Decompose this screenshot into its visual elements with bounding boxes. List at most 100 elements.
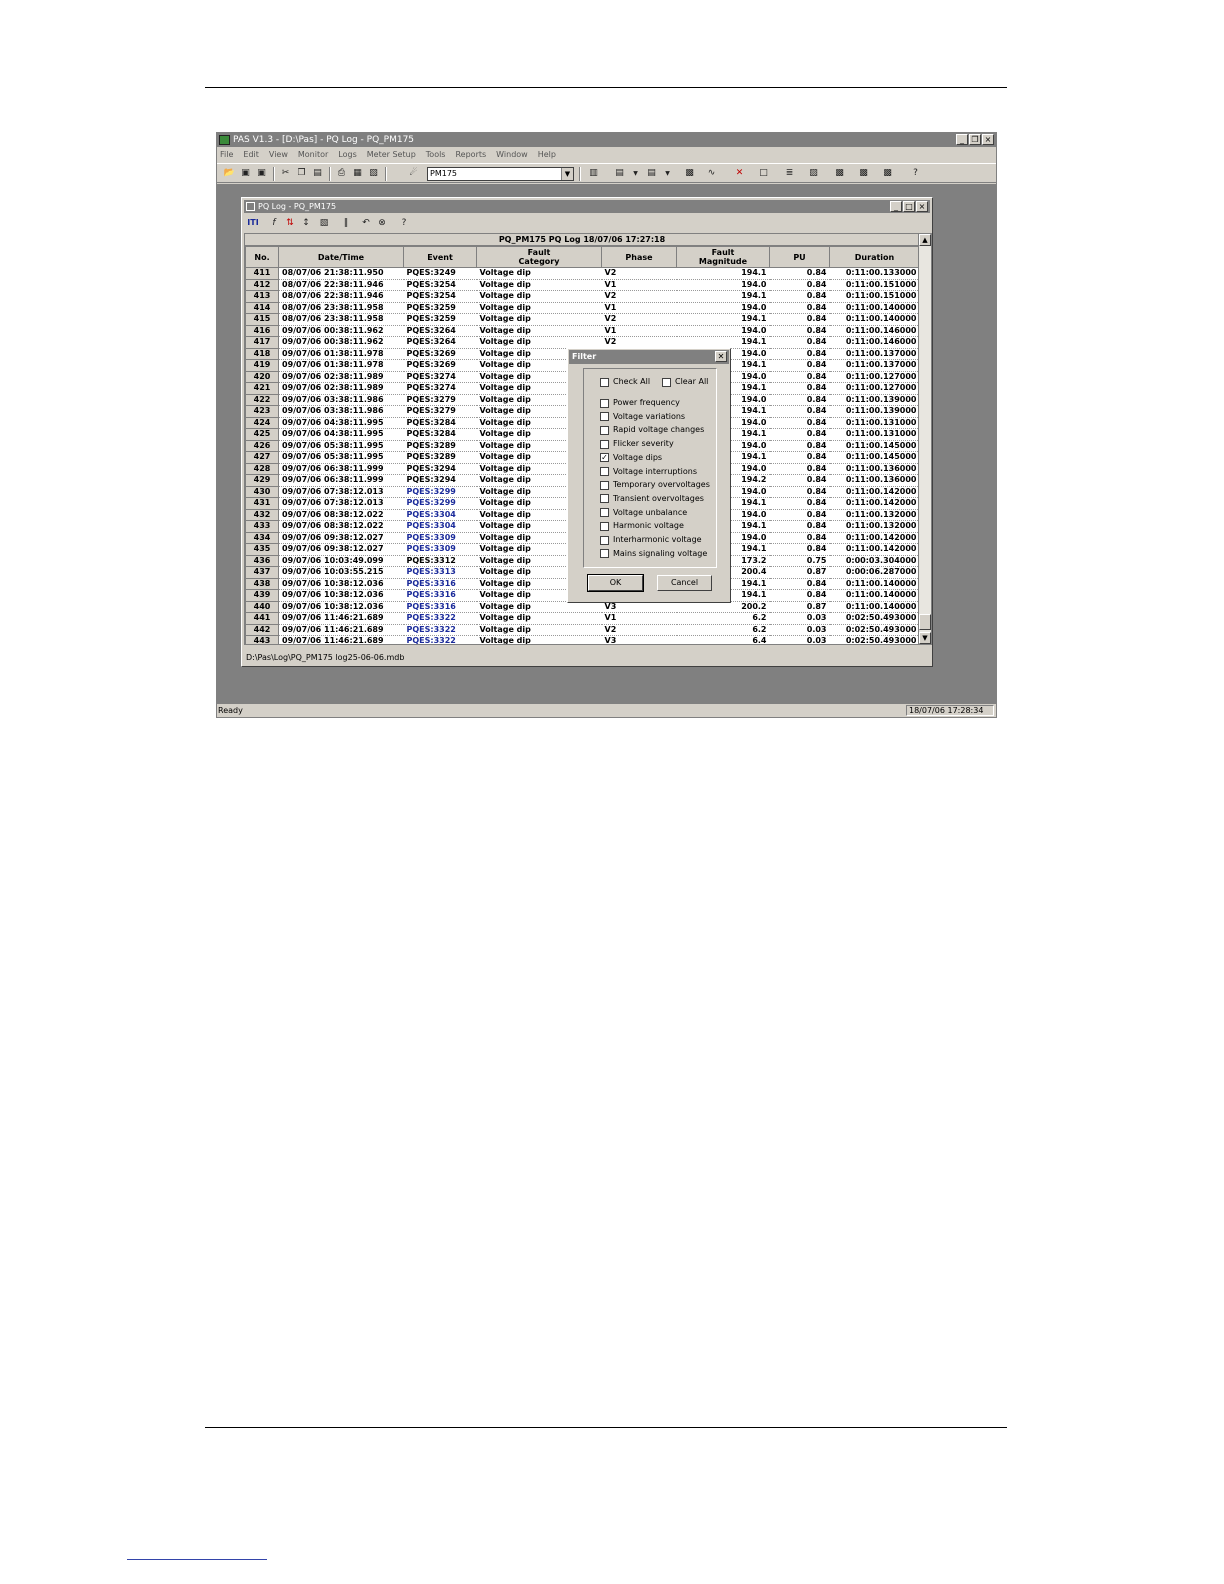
- stop-icon[interactable]: ⊗: [376, 217, 388, 229]
- minimize-icon[interactable]: _: [890, 201, 902, 212]
- column-header-no[interactable]: No.: [245, 246, 279, 268]
- checkbox-box[interactable]: [600, 535, 609, 545]
- menu-view[interactable]: View: [269, 148, 288, 161]
- filter-option-checkbox[interactable]: Voltage interruptions: [600, 466, 697, 478]
- scroll-down-icon[interactable]: ▼: [919, 632, 931, 644]
- column-header-fault-magnitude[interactable]: Fault Magnitude: [676, 246, 770, 268]
- table-row[interactable]: 412 08/07/06 22:38:11.946 PQES:3254 Voltage…: [245, 278, 920, 291]
- meter-select[interactable]: PM175 ▼: [427, 167, 574, 181]
- iti-curve-button[interactable]: ITI: [246, 217, 260, 229]
- checkbox-box[interactable]: [600, 508, 609, 518]
- ok-button[interactable]: OK: [587, 574, 644, 592]
- trend-icon[interactable]: ∿: [705, 167, 718, 180]
- cancel-button[interactable]: Cancel: [657, 575, 712, 591]
- checkbox-box[interactable]: [600, 494, 609, 504]
- vertical-scrollbar[interactable]: ▲ ▼: [918, 234, 931, 644]
- continuous-dropdown-icon[interactable]: ▼: [661, 167, 674, 180]
- table-row[interactable]: 442 09/07/06 11:46:21.689 PQES:3322 Voltage…: [245, 623, 920, 636]
- table-row[interactable]: 415 08/07/06 23:38:11.958 PQES:3259 Voltage…: [245, 313, 920, 326]
- filter-option-checkbox[interactable]: Mains signaling voltage: [600, 548, 707, 560]
- poll-icon[interactable]: ▤: [613, 167, 626, 180]
- check-all-checkbox[interactable]: Check All: [600, 376, 650, 388]
- print-preview-icon[interactable]: ▦: [351, 167, 364, 180]
- table-row[interactable]: 443 09/07/06 11:46:21.689 PQES:3322 Voltage…: [245, 635, 920, 644]
- table-row[interactable]: 416 09/07/06 00:38:11.962 PQES:3264 Voltage…: [245, 324, 920, 337]
- poll-dropdown-icon[interactable]: ▼: [629, 167, 642, 180]
- waveform-icon[interactable]: ▩: [683, 167, 696, 180]
- close-icon[interactable]: ✕: [715, 351, 727, 362]
- checkmark-icon[interactable]: ✓: [600, 453, 609, 463]
- filter-option-checkbox[interactable]: Harmonic voltage: [600, 520, 684, 532]
- function-icon[interactable]: f: [268, 217, 280, 229]
- menu-window[interactable]: Window: [496, 148, 528, 161]
- connect-icon[interactable]: ☄: [407, 167, 420, 180]
- close-icon[interactable]: ×: [916, 201, 928, 212]
- column-header-phase[interactable]: Phase: [601, 246, 677, 268]
- checkbox-box[interactable]: [600, 480, 609, 490]
- menu-help[interactable]: Help: [538, 148, 556, 161]
- column-header-pu[interactable]: PU: [769, 246, 830, 268]
- delete-icon[interactable]: ✕: [733, 167, 746, 180]
- menu-edit[interactable]: Edit: [243, 148, 259, 161]
- filter-option-checkbox[interactable]: Flicker severity: [600, 438, 674, 450]
- column-header-datetime[interactable]: Date/Time: [278, 246, 404, 268]
- menu-file[interactable]: File: [220, 148, 233, 161]
- table-row[interactable]: 414 08/07/06 23:38:11.958 PQES:3259 Voltage…: [245, 301, 920, 314]
- statistics-report-icon[interactable]: ▩: [881, 167, 894, 180]
- maximize-icon[interactable]: □: [903, 201, 915, 212]
- column-header-event[interactable]: Event: [403, 246, 477, 268]
- menu-logs[interactable]: Logs: [338, 148, 356, 161]
- report-icon[interactable]: ▨: [807, 167, 820, 180]
- scroll-up-icon[interactable]: ▲: [919, 234, 931, 246]
- filter-option-checkbox[interactable]: Voltage unbalance: [600, 507, 687, 519]
- table-row[interactable]: 411 08/07/06 21:38:11.950 PQES:3249 Voltage…: [245, 267, 920, 280]
- cut-icon[interactable]: ✂: [279, 167, 292, 180]
- checkbox-box[interactable]: [600, 549, 609, 559]
- filter-option-checkbox[interactable]: Rapid voltage changes: [600, 424, 704, 436]
- filter-option-checkbox[interactable]: Transient overvoltages: [600, 493, 704, 505]
- checkbox-box[interactable]: [600, 398, 609, 408]
- options-icon[interactable]: ▧: [318, 217, 330, 229]
- help-icon[interactable]: ?: [909, 167, 922, 180]
- menu-meter-setup[interactable]: Meter Setup: [367, 148, 416, 161]
- scroll-thumb[interactable]: [919, 614, 931, 630]
- event-report-icon[interactable]: ▩: [833, 167, 846, 180]
- menu-monitor[interactable]: Monitor: [298, 148, 328, 161]
- undo-icon[interactable]: ↶: [360, 217, 372, 229]
- filter-option-checkbox[interactable]: Power frequency: [600, 397, 680, 409]
- checkbox-box[interactable]: [662, 377, 671, 387]
- restore-icon[interactable]: ❐: [969, 134, 981, 145]
- filter-option-checkbox[interactable]: Temporary overvoltages: [600, 479, 710, 491]
- close-icon[interactable]: ×: [982, 134, 994, 145]
- clear-all-checkbox[interactable]: Clear All: [662, 376, 708, 388]
- filter-option-checkbox[interactable]: Interharmonic voltage: [600, 534, 702, 546]
- checkbox-box[interactable]: [600, 412, 609, 422]
- checkbox-box[interactable]: [600, 425, 609, 435]
- continuous-poll-icon[interactable]: ▤: [645, 167, 658, 180]
- column-header-fault-category[interactable]: Fault Category: [476, 246, 602, 268]
- clear-icon[interactable]: □: [757, 167, 770, 180]
- checkbox-box[interactable]: [600, 521, 609, 531]
- sort-icon[interactable]: ⇅: [284, 217, 296, 229]
- split-icon[interactable]: ‖: [340, 217, 352, 229]
- table-view-icon[interactable]: ▥: [587, 167, 600, 180]
- table-row[interactable]: 413 08/07/06 22:38:11.946 PQES:3254 Voltage…: [245, 290, 920, 303]
- save-all-icon[interactable]: ▣: [255, 167, 268, 180]
- help-icon[interactable]: ?: [398, 217, 410, 229]
- minimize-icon[interactable]: _: [956, 134, 968, 145]
- menu-tools[interactable]: Tools: [426, 148, 446, 161]
- table-row[interactable]: 417 09/07/06 00:38:11.962 PQES:3264 Voltage…: [245, 336, 920, 349]
- paste-icon[interactable]: ▤: [311, 167, 324, 180]
- checkbox-box[interactable]: [600, 467, 609, 476]
- filter-option-checkbox[interactable]: ✓ Voltage dips: [600, 452, 662, 464]
- chevron-down-icon[interactable]: ▼: [561, 168, 573, 180]
- print-icon[interactable]: ⎙: [335, 167, 348, 180]
- copy-icon[interactable]: ❐: [295, 167, 308, 180]
- properties-icon[interactable]: ▧: [367, 167, 380, 180]
- column-header-duration[interactable]: Duration: [829, 246, 920, 268]
- checkbox-box[interactable]: [600, 377, 609, 387]
- checkbox-box[interactable]: [600, 439, 609, 449]
- filter-option-checkbox[interactable]: Voltage variations: [600, 411, 685, 423]
- filter-icon[interactable]: ≣: [783, 167, 796, 180]
- menu-reports[interactable]: Reports: [455, 148, 486, 161]
